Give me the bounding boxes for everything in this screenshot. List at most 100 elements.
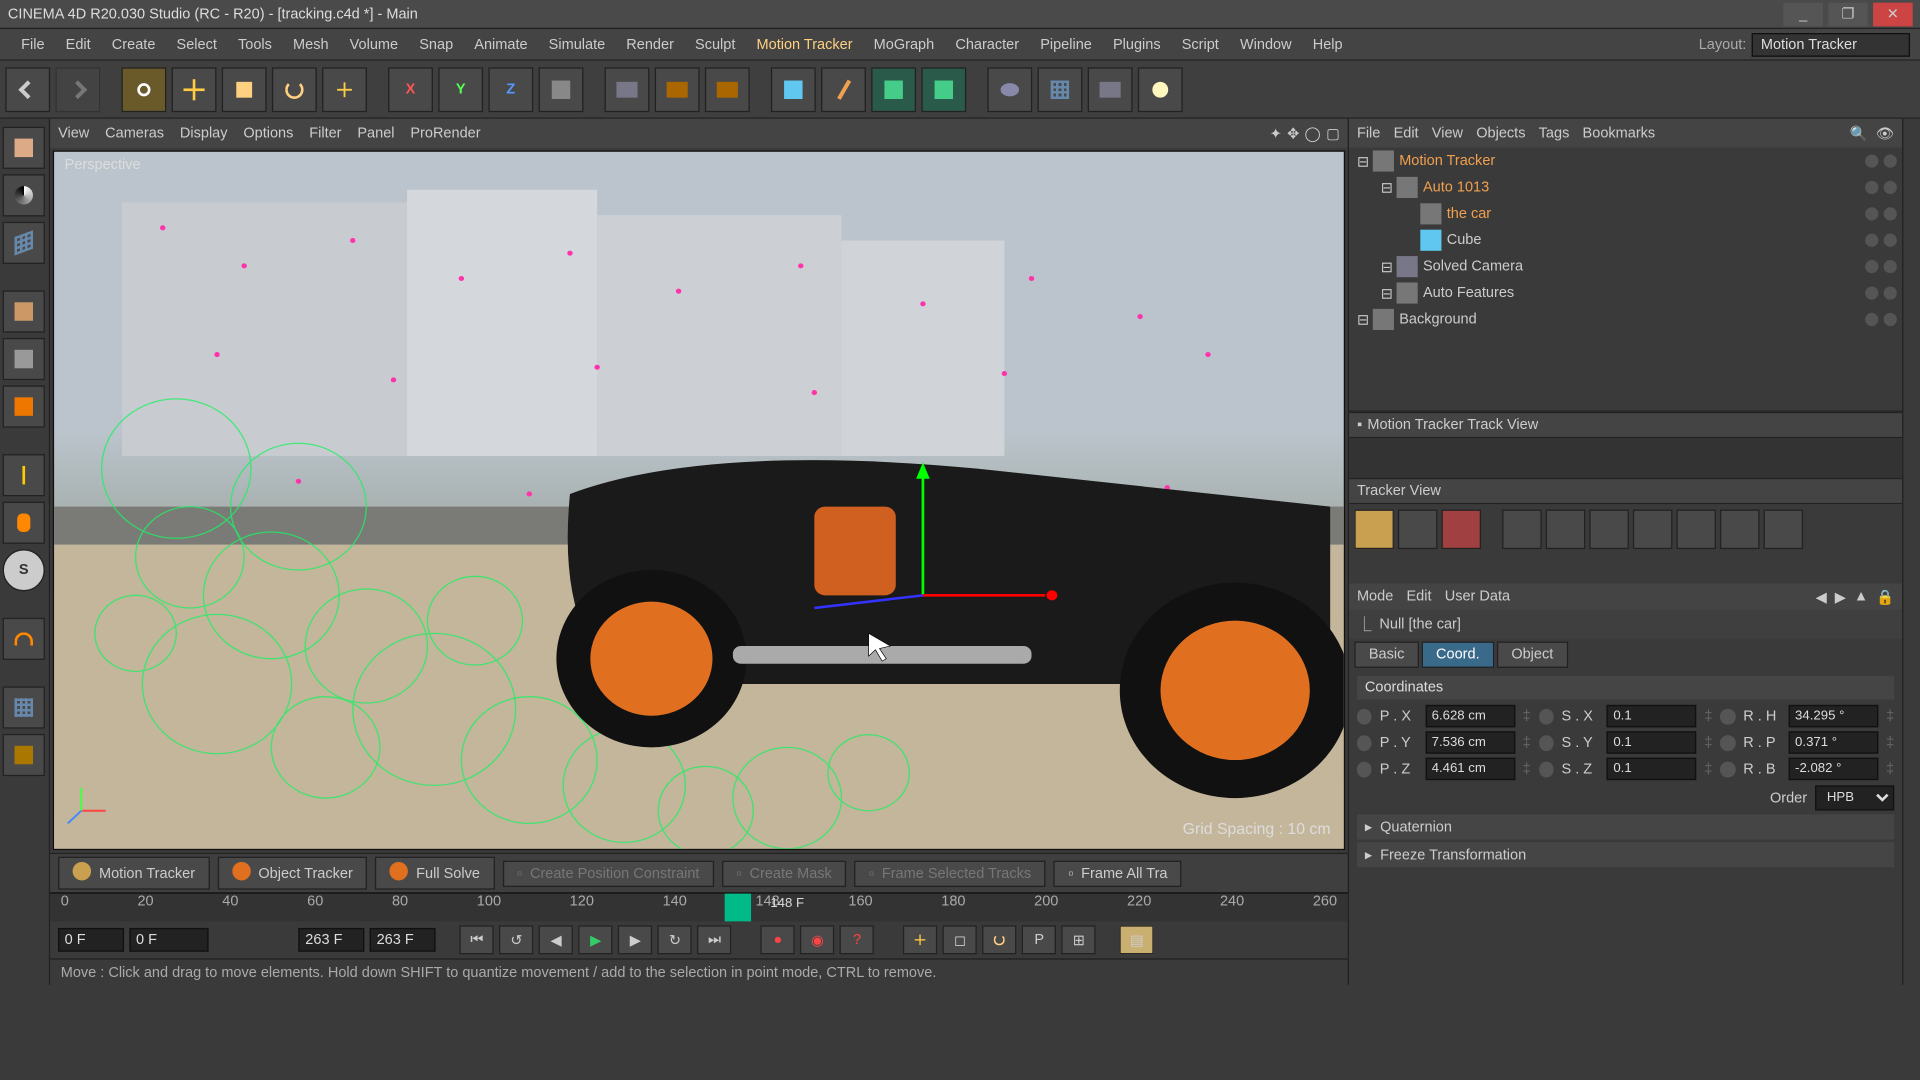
key-rot-button[interactable]: [982, 925, 1016, 954]
freeze-transform-fold[interactable]: ▸Freeze Transformation: [1357, 842, 1894, 867]
coord-anim-dot[interactable]: [1357, 761, 1372, 777]
tracker-nav-1[interactable]: [1502, 510, 1542, 550]
close-button[interactable]: ✕: [1873, 2, 1913, 26]
am-tab-object[interactable]: Object: [1497, 642, 1568, 668]
right-edge-tabs[interactable]: [1902, 119, 1920, 985]
filter-icon[interactable]: 👁: [1876, 125, 1894, 142]
obj-visibility-dots[interactable]: [1836, 154, 1902, 167]
menu-sculpt[interactable]: Sculpt: [684, 36, 745, 52]
obj-menu-bookmarks[interactable]: Bookmarks: [1583, 125, 1656, 141]
x-axis-lock[interactable]: X: [388, 67, 433, 112]
tracker-tool-3[interactable]: [1441, 510, 1481, 550]
next-frame-button[interactable]: ▶: [618, 925, 652, 954]
locked-workplane[interactable]: [3, 734, 45, 776]
spinner-icon[interactable]: ‡: [1523, 761, 1531, 777]
step-fwd-button[interactable]: ↻: [658, 925, 692, 954]
coord-anim-dot[interactable]: [1357, 735, 1372, 751]
obj-row-auto-features[interactable]: ⊟Auto Features: [1349, 280, 1902, 306]
tracker-nav-7[interactable]: [1764, 510, 1804, 550]
vp-menu-filter[interactable]: Filter: [309, 125, 341, 141]
object-manager[interactable]: ⊟Motion Tracker⊟Auto 1013the carCube⊟Sol…: [1349, 148, 1902, 412]
last-tool[interactable]: [322, 67, 367, 112]
render-settings[interactable]: [705, 67, 750, 112]
track-tab-object-tracker[interactable]: Object Tracker: [217, 857, 367, 890]
tracker-nav-3[interactable]: [1589, 510, 1629, 550]
autokey-button[interactable]: ◉: [800, 925, 834, 954]
vp-menu-view[interactable]: View: [58, 125, 89, 141]
am-back-icon[interactable]: ◀: [1816, 588, 1827, 605]
menu-file[interactable]: File: [11, 36, 56, 52]
menu-select[interactable]: Select: [166, 36, 227, 52]
menu-create[interactable]: Create: [101, 36, 166, 52]
obj-row-solved-camera[interactable]: ⊟Solved Camera: [1349, 253, 1902, 279]
z-axis-lock[interactable]: Z: [488, 67, 533, 112]
tracker-nav-2[interactable]: [1546, 510, 1586, 550]
search-icon[interactable]: 🔍: [1850, 125, 1868, 142]
tracker-nav-5[interactable]: [1676, 510, 1716, 550]
scale-tool[interactable]: [222, 67, 267, 112]
magnet-snap[interactable]: [3, 618, 45, 660]
key-scale-button[interactable]: ◻: [943, 925, 977, 954]
tracker-nav-4[interactable]: [1633, 510, 1673, 550]
coordinate-system[interactable]: [539, 67, 584, 112]
menu-animate[interactable]: Animate: [464, 36, 538, 52]
obj-visibility-dots[interactable]: [1836, 260, 1902, 273]
render-view[interactable]: [605, 67, 650, 112]
menu-pipeline[interactable]: Pipeline: [1030, 36, 1103, 52]
expand-icon[interactable]: ⊟: [1381, 258, 1397, 275]
undo-button[interactable]: [5, 67, 50, 112]
layout-select[interactable]: Motion Tracker: [1752, 32, 1910, 56]
vp-menu-prorender[interactable]: ProRender: [410, 125, 480, 141]
add-primitive[interactable]: [771, 67, 816, 112]
edge-mode[interactable]: [3, 338, 45, 380]
obj-menu-file[interactable]: File: [1357, 125, 1380, 141]
track-tab-full-solve[interactable]: Full Solve: [375, 857, 494, 890]
live-select-tool[interactable]: [121, 67, 166, 112]
y-axis-lock[interactable]: Y: [438, 67, 483, 112]
menu-motion-tracker[interactable]: Motion Tracker: [746, 36, 863, 52]
key-pos-button[interactable]: [903, 925, 937, 954]
key-pla-button[interactable]: ⊞: [1062, 925, 1096, 954]
spinner-icon[interactable]: ‡: [1886, 708, 1894, 724]
expand-icon[interactable]: ⊟: [1381, 179, 1397, 196]
record-button[interactable]: ●: [761, 925, 795, 954]
viewport[interactable]: Perspective Grid Spacing : 10 cm: [53, 150, 1345, 850]
coord-anim-dot[interactable]: [1539, 761, 1554, 777]
tracker-2d-button[interactable]: [1354, 510, 1394, 550]
add-floor[interactable]: [1038, 67, 1083, 112]
move-tool[interactable]: [172, 67, 217, 112]
obj-visibility-dots[interactable]: [1836, 313, 1902, 326]
tracker-nav-6[interactable]: [1720, 510, 1760, 550]
obj-visibility-dots[interactable]: [1836, 286, 1902, 299]
frame-start-field[interactable]: [58, 928, 124, 952]
expand-icon[interactable]: ⊟: [1357, 152, 1373, 169]
workplane-snap[interactable]: [3, 686, 45, 728]
vp-move-icon[interactable]: ✥: [1287, 125, 1299, 142]
obj-visibility-dots[interactable]: [1836, 181, 1902, 194]
spinner-icon[interactable]: ‡: [1886, 735, 1894, 751]
menu-simulate[interactable]: Simulate: [538, 36, 616, 52]
coord-anim-dot[interactable]: [1720, 708, 1735, 724]
coord-input-px[interactable]: [1425, 705, 1515, 727]
am-tab-basic[interactable]: Basic: [1354, 642, 1419, 668]
am-lock-icon[interactable]: 🔒: [1876, 588, 1894, 605]
frame-total-field[interactable]: [370, 928, 436, 952]
am-up-icon[interactable]: ▲: [1854, 588, 1868, 605]
spinner-icon[interactable]: ‡: [1523, 708, 1531, 724]
menu-tools[interactable]: Tools: [227, 36, 282, 52]
coord-input-py[interactable]: [1425, 731, 1515, 753]
spinner-icon[interactable]: ‡: [1704, 708, 1712, 724]
obj-menu-edit[interactable]: Edit: [1394, 125, 1419, 141]
coord-input-rh[interactable]: [1788, 705, 1878, 727]
key-param-button[interactable]: P: [1022, 925, 1056, 954]
maximize-button[interactable]: ❐: [1828, 2, 1868, 26]
polygon-mode[interactable]: [3, 385, 45, 427]
menu-mesh[interactable]: Mesh: [282, 36, 339, 52]
menu-volume[interactable]: Volume: [339, 36, 409, 52]
vp-zoom-icon[interactable]: ◯: [1305, 125, 1321, 142]
coord-anim-dot[interactable]: [1539, 735, 1554, 751]
timeline[interactable]: 020406080100120140148160180200220240260 …: [50, 892, 1348, 921]
obj-row-motion-tracker[interactable]: ⊟Motion Tracker: [1349, 148, 1902, 174]
track-tab-motion-tracker[interactable]: Motion Tracker: [58, 857, 209, 890]
texture-mode[interactable]: [3, 174, 45, 216]
